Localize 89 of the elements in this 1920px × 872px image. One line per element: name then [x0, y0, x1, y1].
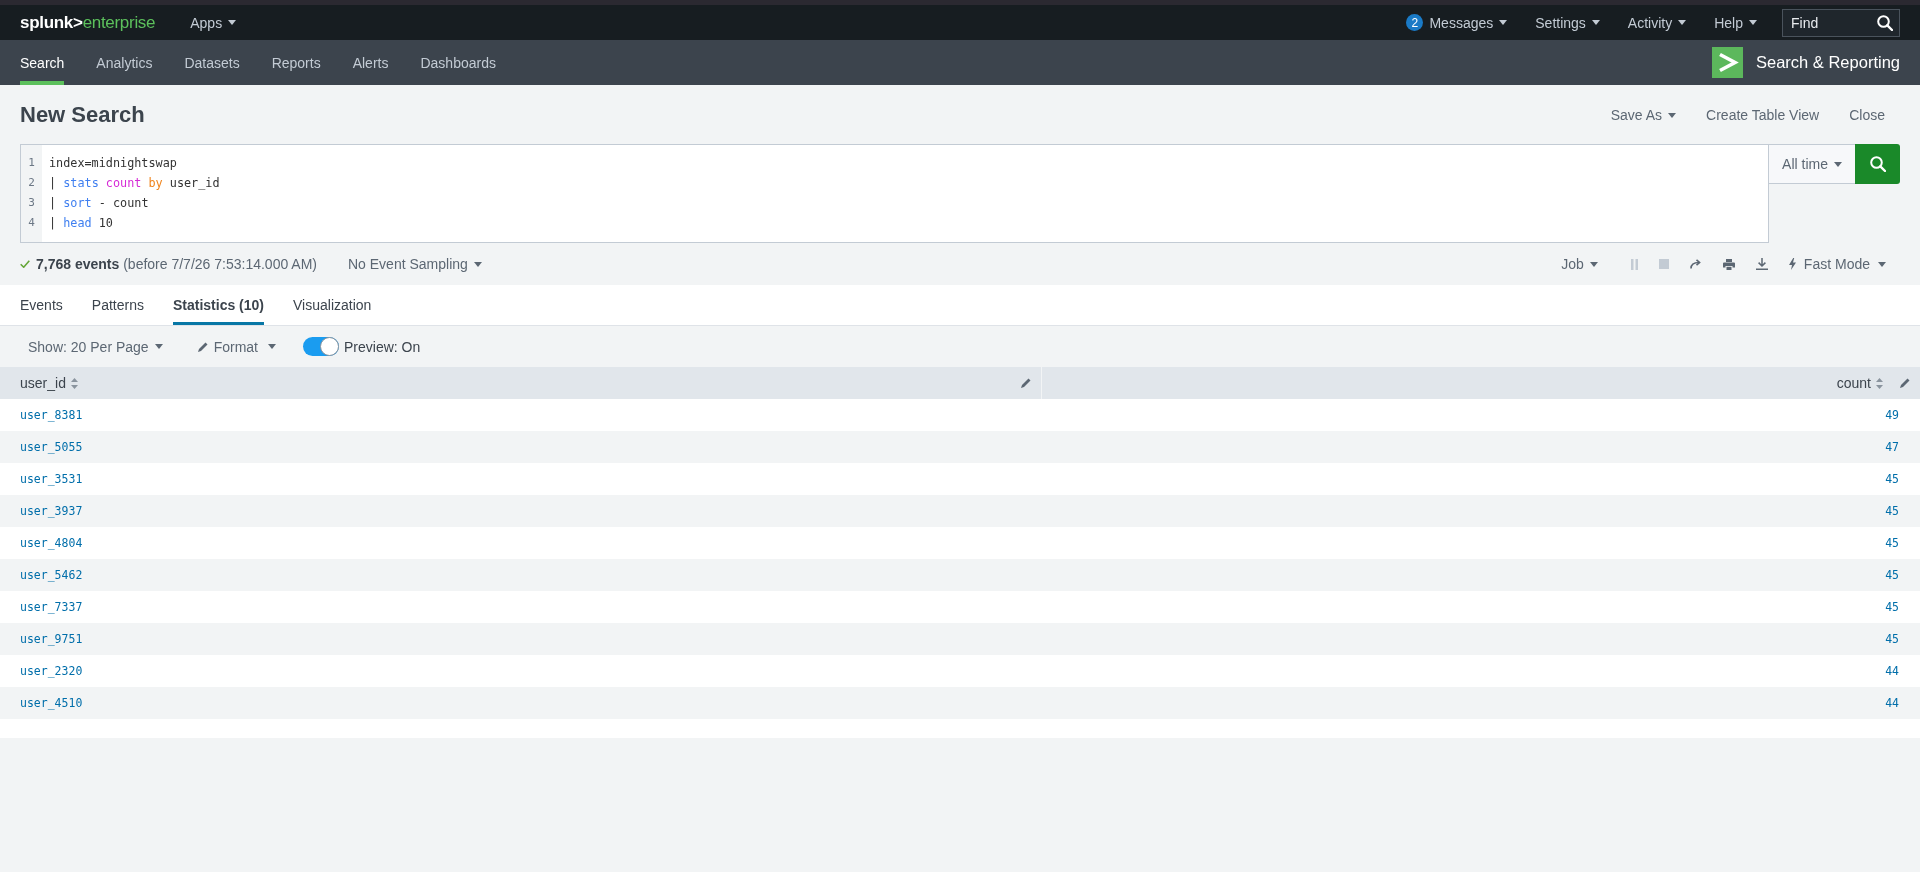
table-link[interactable]: user_4510 — [20, 696, 83, 710]
column-label[interactable]: user_id — [20, 375, 66, 391]
job-menu[interactable]: Job — [1561, 256, 1598, 272]
caret-icon — [1499, 20, 1508, 25]
caret-icon — [1589, 261, 1598, 267]
table-link[interactable]: 45 — [1885, 536, 1899, 550]
app-name: Search & Reporting — [1756, 53, 1900, 72]
messages-menu[interactable]: Messages — [1429, 14, 1508, 31]
search-editor[interactable]: 1 2 3 4 index=midnightswap | stats count by user_id | sort - count | head 10 — [20, 144, 1769, 243]
find-field[interactable]: Find — [1782, 8, 1900, 37]
table-link[interactable]: user_2320 — [20, 664, 83, 678]
caret-icon — [268, 344, 276, 349]
line-number: 4 — [28, 215, 35, 231]
table-link[interactable]: 45 — [1885, 504, 1899, 518]
caret-icon — [154, 344, 163, 349]
code-line: | sort - count — [49, 195, 149, 212]
page-title: New Search — [20, 102, 145, 128]
printer-icon[interactable] — [1722, 258, 1735, 270]
code-line: | head 10 — [49, 215, 113, 232]
pencil-icon[interactable] — [1021, 378, 1031, 388]
caret-icon — [1668, 112, 1677, 118]
sort-icon[interactable] — [70, 377, 78, 389]
top-bar-menu[interactable]: Help — [1714, 14, 1757, 31]
format-menu[interactable]: Format — [189, 338, 284, 355]
search-icon[interactable] — [1877, 14, 1893, 31]
header-action[interactable]: Close — [1834, 101, 1900, 129]
table-link[interactable]: 45 — [1885, 472, 1899, 486]
nav-tab[interactable]: Analytics — [96, 40, 153, 85]
apps-menu[interactable]: Apps — [190, 14, 237, 31]
nav-tab[interactable]: Alerts — [352, 40, 389, 85]
sampling-menu[interactable]: No Event Sampling — [348, 256, 482, 272]
table-link[interactable]: user_3937 — [20, 504, 83, 518]
pencil-icon[interactable] — [1900, 378, 1910, 388]
table-link[interactable]: 44 — [1885, 696, 1899, 710]
check-icon — [20, 260, 30, 268]
table-link[interactable]: 45 — [1885, 568, 1899, 582]
nav-tab[interactable]: Dashboards — [420, 40, 496, 85]
nav-tab[interactable]: Search — [20, 40, 65, 85]
header-action[interactable]: Create Table View — [1691, 101, 1835, 129]
download-icon[interactable] — [1755, 258, 1768, 270]
table-link[interactable]: user_5462 — [20, 568, 83, 582]
header-action-menu[interactable]: Save As — [1595, 101, 1692, 129]
caret-icon — [473, 261, 482, 267]
results-tab[interactable]: Visualization — [293, 285, 372, 325]
table-link[interactable]: 44 — [1885, 664, 1899, 678]
table-link[interactable]: user_5055 — [20, 440, 83, 454]
sort-icon[interactable] — [1876, 377, 1883, 389]
share-icon[interactable] — [1689, 259, 1702, 269]
caret-icon — [1591, 20, 1600, 25]
column-label[interactable]: count — [1836, 375, 1871, 391]
line-number: 1 — [28, 155, 35, 171]
table-link[interactable]: 49 — [1885, 408, 1899, 422]
search-mode-menu[interactable]: Fast Mode — [1788, 256, 1886, 272]
preview-toggle[interactable] — [303, 337, 339, 356]
time-range-picker[interactable]: All time — [1769, 144, 1855, 184]
caret-icon — [228, 20, 237, 25]
code-line: index=midnightswap — [49, 155, 177, 172]
results-tab[interactable]: Patterns — [91, 285, 144, 325]
nav-tab[interactable]: Datasets — [184, 40, 240, 85]
caret-icon — [1749, 20, 1757, 25]
pencil-icon — [197, 341, 208, 352]
code-line: | stats count by user_id — [49, 175, 220, 192]
line-number: 2 — [28, 175, 35, 191]
results-tab[interactable]: Statistics (10) — [172, 285, 264, 325]
per-page-menu[interactable]: Show: 20 Per Page — [20, 338, 171, 355]
nav-tab[interactable]: Reports — [271, 40, 321, 85]
line-number: 3 — [28, 195, 35, 211]
table-link[interactable]: 45 — [1885, 632, 1899, 646]
table-link[interactable]: user_4804 — [20, 536, 83, 550]
top-bar-menu[interactable]: Settings — [1535, 14, 1600, 31]
lightning-icon — [1788, 258, 1796, 270]
search-icon — [1869, 156, 1886, 172]
caret-icon — [1833, 161, 1842, 167]
app-logo-icon — [1712, 47, 1743, 78]
table-link[interactable]: user_8381 — [20, 408, 83, 422]
table-link[interactable]: user_7337 — [20, 600, 83, 614]
table-link[interactable]: user_3531 — [20, 472, 83, 486]
search-button[interactable] — [1855, 144, 1900, 184]
table-link[interactable]: user_9751 — [20, 632, 83, 646]
table-link[interactable]: 47 — [1885, 440, 1899, 454]
table-link[interactable]: 45 — [1885, 600, 1899, 614]
preview-label: Preview: On — [344, 338, 421, 355]
results-tab[interactable]: Events — [20, 285, 63, 325]
unread-count-badge: 2 — [1406, 14, 1424, 31]
caret-icon — [1678, 20, 1687, 25]
caret-icon — [1878, 261, 1886, 267]
top-bar-menu[interactable]: Activity — [1627, 14, 1687, 31]
product-logo: splunk>enterprise — [20, 12, 156, 33]
event-summary: 7,768 events (before 7/7/26 7:53:14.000 AM) — [36, 256, 317, 272]
